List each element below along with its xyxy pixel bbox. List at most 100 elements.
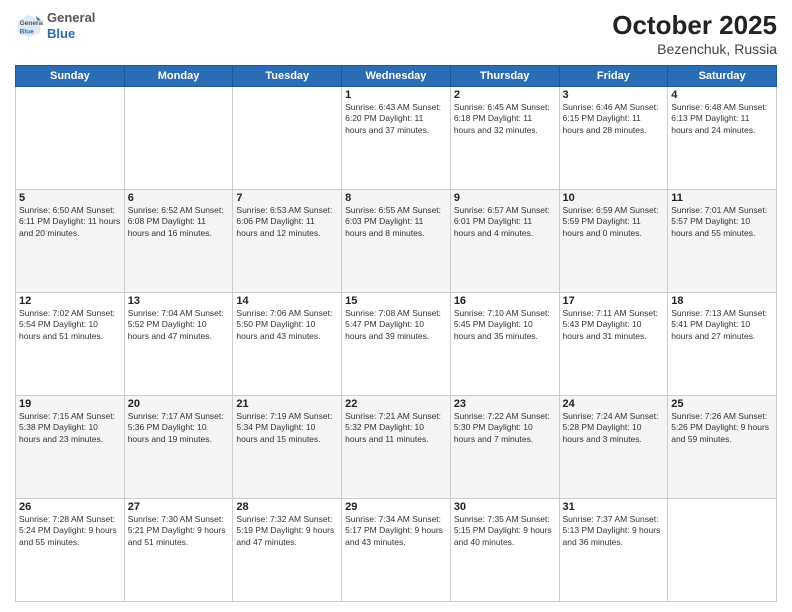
- day-number: 25: [671, 398, 773, 410]
- day-number: 1: [345, 89, 447, 101]
- week-row-5: 26Sunrise: 7:28 AM Sunset: 5:24 PM Dayli…: [16, 499, 777, 602]
- day-info: Sunrise: 7:19 AM Sunset: 5:34 PM Dayligh…: [236, 411, 338, 445]
- day-cell: 30Sunrise: 7:35 AM Sunset: 5:15 PM Dayli…: [450, 499, 559, 602]
- day-info: Sunrise: 7:34 AM Sunset: 5:17 PM Dayligh…: [345, 514, 447, 548]
- logo-blue: Blue: [47, 26, 95, 42]
- day-number: 29: [345, 501, 447, 513]
- day-number: 13: [128, 295, 230, 307]
- day-info: Sunrise: 7:37 AM Sunset: 5:13 PM Dayligh…: [563, 514, 665, 548]
- day-number: 2: [454, 89, 556, 101]
- day-info: Sunrise: 7:15 AM Sunset: 5:38 PM Dayligh…: [19, 411, 121, 445]
- weekday-friday: Friday: [559, 66, 668, 87]
- day-cell: 2Sunrise: 6:45 AM Sunset: 6:18 PM Daylig…: [450, 87, 559, 190]
- day-info: Sunrise: 7:22 AM Sunset: 5:30 PM Dayligh…: [454, 411, 556, 445]
- day-number: 5: [19, 192, 121, 204]
- day-number: 3: [563, 89, 665, 101]
- day-number: 17: [563, 295, 665, 307]
- week-row-3: 12Sunrise: 7:02 AM Sunset: 5:54 PM Dayli…: [16, 293, 777, 396]
- day-cell: 24Sunrise: 7:24 AM Sunset: 5:28 PM Dayli…: [559, 396, 668, 499]
- day-info: Sunrise: 7:06 AM Sunset: 5:50 PM Dayligh…: [236, 308, 338, 342]
- day-cell: 28Sunrise: 7:32 AM Sunset: 5:19 PM Dayli…: [233, 499, 342, 602]
- weekday-thursday: Thursday: [450, 66, 559, 87]
- week-row-2: 5Sunrise: 6:50 AM Sunset: 6:11 PM Daylig…: [16, 190, 777, 293]
- day-info: Sunrise: 7:10 AM Sunset: 5:45 PM Dayligh…: [454, 308, 556, 342]
- day-cell: 20Sunrise: 7:17 AM Sunset: 5:36 PM Dayli…: [124, 396, 233, 499]
- day-cell: 8Sunrise: 6:55 AM Sunset: 6:03 PM Daylig…: [342, 190, 451, 293]
- day-cell: 12Sunrise: 7:02 AM Sunset: 5:54 PM Dayli…: [16, 293, 125, 396]
- day-cell: 5Sunrise: 6:50 AM Sunset: 6:11 PM Daylig…: [16, 190, 125, 293]
- calendar-subtitle: Bezenchuk, Russia: [612, 41, 777, 57]
- day-info: Sunrise: 7:28 AM Sunset: 5:24 PM Dayligh…: [19, 514, 121, 548]
- day-cell: 15Sunrise: 7:08 AM Sunset: 5:47 PM Dayli…: [342, 293, 451, 396]
- day-info: Sunrise: 7:32 AM Sunset: 5:19 PM Dayligh…: [236, 514, 338, 548]
- day-number: 26: [19, 501, 121, 513]
- day-number: 4: [671, 89, 773, 101]
- day-info: Sunrise: 6:53 AM Sunset: 6:06 PM Dayligh…: [236, 205, 338, 239]
- day-info: Sunrise: 6:50 AM Sunset: 6:11 PM Dayligh…: [19, 205, 121, 239]
- day-info: Sunrise: 7:21 AM Sunset: 5:32 PM Dayligh…: [345, 411, 447, 445]
- day-number: 19: [19, 398, 121, 410]
- weekday-tuesday: Tuesday: [233, 66, 342, 87]
- svg-text:General: General: [20, 20, 43, 27]
- day-number: 21: [236, 398, 338, 410]
- day-number: 12: [19, 295, 121, 307]
- day-number: 16: [454, 295, 556, 307]
- weekday-header-row: SundayMondayTuesdayWednesdayThursdayFrid…: [16, 66, 777, 87]
- day-cell: 26Sunrise: 7:28 AM Sunset: 5:24 PM Dayli…: [16, 499, 125, 602]
- weekday-wednesday: Wednesday: [342, 66, 451, 87]
- day-cell: 19Sunrise: 7:15 AM Sunset: 5:38 PM Dayli…: [16, 396, 125, 499]
- calendar-page: General Blue General Blue October 2025 B…: [0, 0, 792, 612]
- day-cell: 10Sunrise: 6:59 AM Sunset: 5:59 PM Dayli…: [559, 190, 668, 293]
- day-number: 24: [563, 398, 665, 410]
- day-info: Sunrise: 6:46 AM Sunset: 6:15 PM Dayligh…: [563, 102, 665, 136]
- day-info: Sunrise: 6:55 AM Sunset: 6:03 PM Dayligh…: [345, 205, 447, 239]
- day-cell: 11Sunrise: 7:01 AM Sunset: 5:57 PM Dayli…: [668, 190, 777, 293]
- day-info: Sunrise: 7:02 AM Sunset: 5:54 PM Dayligh…: [19, 308, 121, 342]
- day-cell: 16Sunrise: 7:10 AM Sunset: 5:45 PM Dayli…: [450, 293, 559, 396]
- day-number: 28: [236, 501, 338, 513]
- day-cell: 6Sunrise: 6:52 AM Sunset: 6:08 PM Daylig…: [124, 190, 233, 293]
- day-cell: 21Sunrise: 7:19 AM Sunset: 5:34 PM Dayli…: [233, 396, 342, 499]
- weekday-monday: Monday: [124, 66, 233, 87]
- title-block: October 2025 Bezenchuk, Russia: [612, 10, 777, 57]
- day-cell: 25Sunrise: 7:26 AM Sunset: 5:26 PM Dayli…: [668, 396, 777, 499]
- day-info: Sunrise: 7:04 AM Sunset: 5:52 PM Dayligh…: [128, 308, 230, 342]
- day-number: 20: [128, 398, 230, 410]
- day-cell: 13Sunrise: 7:04 AM Sunset: 5:52 PM Dayli…: [124, 293, 233, 396]
- day-number: 30: [454, 501, 556, 513]
- logo-text: General Blue: [47, 10, 95, 41]
- day-number: 27: [128, 501, 230, 513]
- day-info: Sunrise: 7:17 AM Sunset: 5:36 PM Dayligh…: [128, 411, 230, 445]
- day-info: Sunrise: 7:30 AM Sunset: 5:21 PM Dayligh…: [128, 514, 230, 548]
- logo-icon: General Blue: [15, 12, 43, 40]
- calendar-title: October 2025: [612, 10, 777, 41]
- day-number: 11: [671, 192, 773, 204]
- day-number: 14: [236, 295, 338, 307]
- day-cell: [16, 87, 125, 190]
- logo: General Blue General Blue: [15, 10, 95, 41]
- day-info: Sunrise: 6:43 AM Sunset: 6:20 PM Dayligh…: [345, 102, 447, 136]
- day-info: Sunrise: 7:35 AM Sunset: 5:15 PM Dayligh…: [454, 514, 556, 548]
- day-cell: 22Sunrise: 7:21 AM Sunset: 5:32 PM Dayli…: [342, 396, 451, 499]
- day-number: 23: [454, 398, 556, 410]
- day-number: 22: [345, 398, 447, 410]
- day-number: 18: [671, 295, 773, 307]
- calendar-table: SundayMondayTuesdayWednesdayThursdayFrid…: [15, 65, 777, 602]
- day-cell: 7Sunrise: 6:53 AM Sunset: 6:06 PM Daylig…: [233, 190, 342, 293]
- header: General Blue General Blue October 2025 B…: [15, 10, 777, 57]
- day-cell: 18Sunrise: 7:13 AM Sunset: 5:41 PM Dayli…: [668, 293, 777, 396]
- day-number: 7: [236, 192, 338, 204]
- weekday-sunday: Sunday: [16, 66, 125, 87]
- day-info: Sunrise: 7:08 AM Sunset: 5:47 PM Dayligh…: [345, 308, 447, 342]
- logo-general: General: [47, 10, 95, 26]
- day-number: 6: [128, 192, 230, 204]
- day-info: Sunrise: 7:26 AM Sunset: 5:26 PM Dayligh…: [671, 411, 773, 445]
- day-info: Sunrise: 7:24 AM Sunset: 5:28 PM Dayligh…: [563, 411, 665, 445]
- day-cell: [668, 499, 777, 602]
- day-cell: 3Sunrise: 6:46 AM Sunset: 6:15 PM Daylig…: [559, 87, 668, 190]
- day-info: Sunrise: 6:57 AM Sunset: 6:01 PM Dayligh…: [454, 205, 556, 239]
- day-number: 15: [345, 295, 447, 307]
- day-cell: 17Sunrise: 7:11 AM Sunset: 5:43 PM Dayli…: [559, 293, 668, 396]
- week-row-4: 19Sunrise: 7:15 AM Sunset: 5:38 PM Dayli…: [16, 396, 777, 499]
- day-cell: [233, 87, 342, 190]
